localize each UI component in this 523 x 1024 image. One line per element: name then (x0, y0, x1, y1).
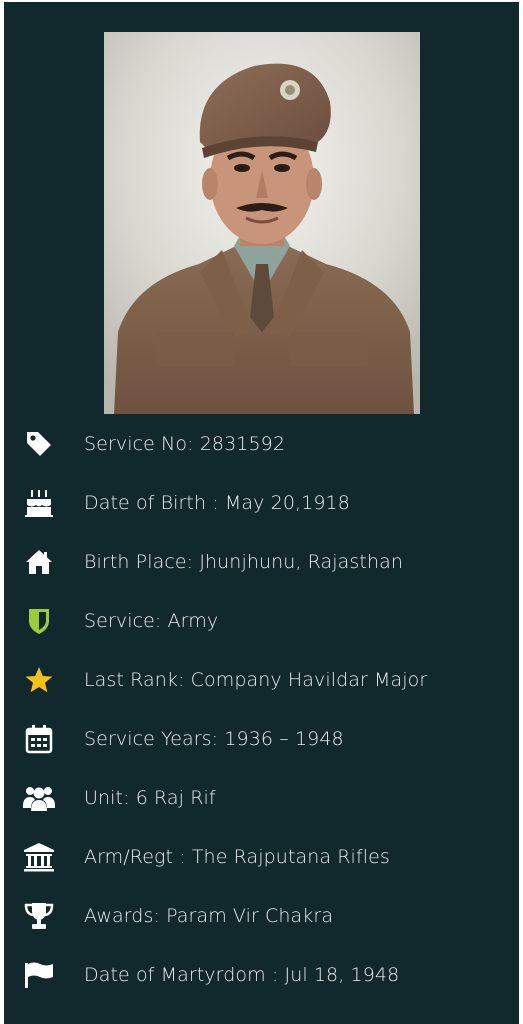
tag-icon (22, 427, 56, 461)
awards-text: Awards: Param Vir Chakra (84, 904, 334, 927)
list-item-unit: Unit: 6 Raj Rif (4, 768, 519, 827)
trophy-icon (22, 899, 56, 933)
service-text: Service: Army (84, 609, 219, 632)
list-item-date-of-martyrdom: Date of Martyrdom : Jul 18, 1948 (4, 945, 519, 1004)
list-item-birth-place: Birth Place: Jhunjhunu, Rajasthan (4, 532, 519, 591)
list-item-service-years: Service Years: 1936 – 1948 (4, 709, 519, 768)
star-icon (22, 663, 56, 697)
list-item-date-of-birth: Date of Birth : May 20,1918 (4, 473, 519, 532)
calendar-icon (22, 722, 56, 756)
date-of-martyrdom-text: Date of Martyrdom : Jul 18, 1948 (84, 963, 400, 986)
profile-details-list: Service No: 2831592 Date of Birth : May … (4, 414, 519, 1004)
service-years-text: Service Years: 1936 – 1948 (84, 727, 344, 750)
unit-text: Unit: 6 Raj Rif (84, 786, 216, 809)
list-item-service-no: Service No: 2831592 (4, 414, 519, 473)
list-item-last-rank: Last Rank: Company Havildar Major (4, 650, 519, 709)
service-no-text: Service No: 2831592 (84, 432, 286, 455)
list-item-service: Service: Army (4, 591, 519, 650)
profile-card: Service No: 2831592 Date of Birth : May … (4, 2, 519, 1024)
birth-place-text: Birth Place: Jhunjhunu, Rajasthan (84, 550, 403, 573)
date-of-birth-text: Date of Birth : May 20,1918 (84, 491, 350, 514)
list-item-awards: Awards: Param Vir Chakra (4, 886, 519, 945)
users-icon (22, 781, 56, 815)
last-rank-text: Last Rank: Company Havildar Major (84, 668, 428, 691)
list-item-arm-regt: Arm/Regt : The Rajputana Rifles (4, 827, 519, 886)
institution-icon (22, 840, 56, 874)
flag-icon (22, 958, 56, 992)
arm-regt-text: Arm/Regt : The Rajputana Rifles (84, 845, 390, 868)
home-icon (22, 545, 56, 579)
soldier-portrait (104, 32, 420, 414)
shield-icon (22, 604, 56, 638)
birthday-cake-icon (22, 486, 56, 520)
page-frame: Service No: 2831592 Date of Birth : May … (0, 0, 523, 1024)
